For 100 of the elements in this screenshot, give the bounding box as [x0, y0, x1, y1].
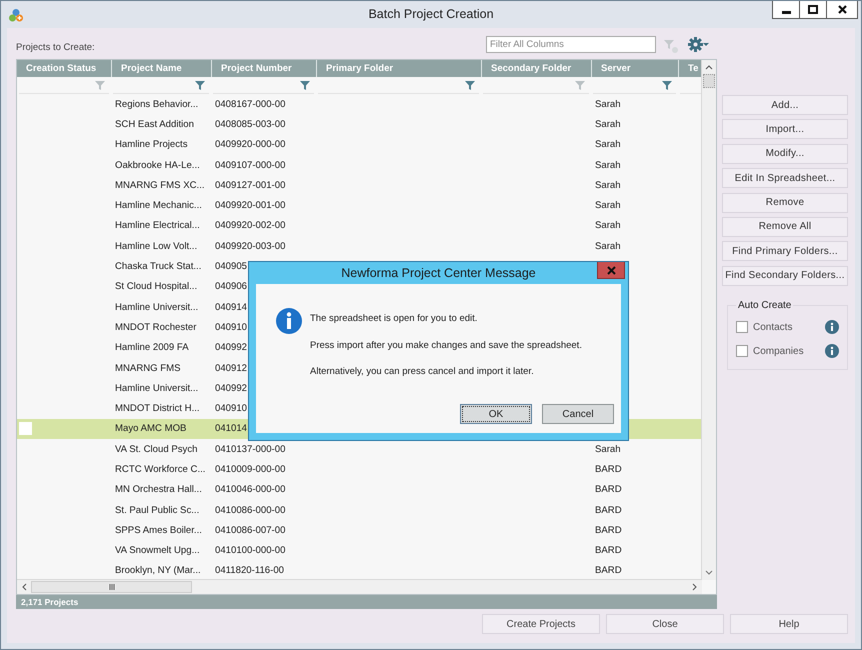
- chevron-right-icon[interactable]: [691, 582, 699, 592]
- table-cell-text: 0409920-001-00: [214, 200, 286, 212]
- section-label: Projects to Create:: [16, 42, 95, 53]
- filter-icon[interactable]: [662, 80, 672, 90]
- table-cell-text: 040905: [214, 261, 248, 272]
- grip-icon: [108, 583, 114, 591]
- table-cell-text: 040992: [214, 342, 248, 354]
- horizontal-scrollbar[interactable]: [17, 579, 702, 594]
- checkbox[interactable]: [736, 345, 748, 358]
- action-button[interactable]: Import...: [722, 119, 848, 140]
- table-cell-text: Oakbrooke HA-Le...: [114, 160, 200, 171]
- table-cell-text: Regions Behavior...: [114, 98, 198, 110]
- minimize-button[interactable]: [773, 1, 799, 18]
- table-cell-text: 0409127-001-00: [214, 180, 286, 191]
- scrollbar-thumb[interactable]: [703, 74, 715, 88]
- table-cell-text: Sarah: [594, 240, 621, 252]
- table-cell-text: SPPS Ames Boiler...: [114, 524, 202, 536]
- checkbox-label[interactable]: Companies: [753, 346, 825, 357]
- settings-icon[interactable]: [688, 37, 703, 52]
- table-cell-text: Hamline Low Volt...: [114, 240, 198, 252]
- table-cell-text: Hamline 2009 FA: [114, 342, 189, 354]
- footer-button[interactable]: Help: [730, 614, 848, 634]
- action-button[interactable]: Modify...: [722, 144, 848, 164]
- message-text: Alternatively, you can press cancel and import it later.: [310, 366, 535, 377]
- table-cell-text: Sarah: [594, 220, 621, 232]
- table-cell-text: VA Snowmelt Upg...: [114, 545, 200, 556]
- table-cell-text: 0410137-000-00: [214, 444, 286, 455]
- checkbox[interactable]: [736, 321, 748, 334]
- chevron-up-icon[interactable]: [704, 63, 714, 71]
- vertical-scrollbar[interactable]: [701, 60, 716, 580]
- filter-field[interactable]: Filter All Columns: [486, 36, 656, 53]
- table-cell-text: Sarah: [594, 444, 621, 455]
- filter-icon[interactable]: [465, 80, 475, 90]
- dialog-title: Newforma Project Center Message: [341, 266, 536, 280]
- message-text: Press import after you make changes and save the spreadsheet.: [310, 340, 582, 350]
- table-cell-text: Brooklyn, NY (Mar...: [114, 565, 201, 576]
- table-cell-text: 040910: [214, 322, 248, 333]
- maximize-button[interactable]: [799, 1, 826, 18]
- table-cell-text: Sarah: [594, 160, 621, 171]
- table-cell-text: 040906: [214, 281, 248, 292]
- table-cell-text: 0411820-116-00: [214, 565, 284, 576]
- table-cell-text: Hamline Electrical...: [114, 220, 200, 232]
- table-cell-text: Hamline Projects: [114, 139, 188, 150]
- table-cell-text: BARD: [594, 545, 622, 556]
- table-cell-text: 0409920-003-00: [214, 240, 286, 252]
- info-icon[interactable]: [825, 344, 839, 358]
- table-cell-text: SCH East Addition: [114, 118, 194, 130]
- action-button[interactable]: Remove All: [722, 216, 848, 237]
- message-text: The spreadsheet is open for you to edit.: [310, 313, 478, 324]
- action-button[interactable]: Edit In Spreadsheet...: [722, 168, 848, 188]
- table-cell-text: 040914: [214, 302, 248, 313]
- info-icon[interactable]: [825, 320, 839, 334]
- table-cell-text: Sarah: [594, 98, 621, 110]
- table-cell-text: Mayo AMC MOB: [114, 423, 186, 434]
- filter-icon[interactable]: [195, 80, 205, 90]
- table-cell-text: St. Paul Public Sc...: [114, 504, 200, 516]
- table-cell-text: 0410046-000-00: [214, 484, 286, 496]
- table-cell-text: Chaska Truck Stat...: [114, 261, 202, 272]
- checkbox-label[interactable]: Contacts: [753, 322, 825, 333]
- table-cell-text: MN Orchestra Hall...: [114, 484, 202, 496]
- table-cell-text: Hamline Mechanic...: [114, 200, 202, 212]
- table-cell-text: 0410086-007-00: [214, 524, 286, 536]
- chevron-left-icon[interactable]: [20, 582, 28, 592]
- close-icon: [606, 266, 616, 274]
- table-cell-text: BARD: [594, 565, 622, 576]
- dialog-button[interactable]: Cancel: [542, 404, 614, 424]
- dialog-button[interactable]: OK: [460, 404, 532, 424]
- table-cell-text: BARD: [594, 504, 622, 516]
- table-cell-text: 0410086-000-00: [214, 504, 286, 516]
- table-cell-text: Sarah: [594, 180, 621, 191]
- caret-icon[interactable]: [703, 43, 709, 46]
- table-cell-text: 0408167-000-00: [214, 98, 286, 110]
- table-cell-text: MNARNG FMS: [114, 362, 181, 374]
- filter-icon[interactable]: [300, 80, 310, 90]
- footer-button[interactable]: Close: [606, 614, 724, 634]
- table-cell-text: Sarah: [594, 139, 621, 150]
- action-button[interactable]: Find Primary Folders...: [722, 241, 848, 262]
- action-button[interactable]: Add...: [722, 95, 848, 115]
- table-cell-text: VA St. Cloud Psych: [114, 444, 198, 455]
- status-cell: [19, 422, 32, 436]
- close-icon: [838, 5, 846, 14]
- footer-button[interactable]: Create Projects: [482, 614, 600, 634]
- table-cell-text: MNDOT District H...: [114, 403, 200, 414]
- action-button[interactable]: Find Secondary Folders...: [722, 266, 848, 286]
- table-cell-text: MNARNG FMS XC...: [114, 180, 205, 191]
- table-cell-text: 040910: [214, 403, 248, 414]
- action-button[interactable]: Remove: [722, 192, 848, 213]
- info-icon: [276, 308, 302, 334]
- table-cell-text: Sarah: [594, 200, 621, 212]
- table-cell-text: 0410100-000-00: [214, 545, 286, 556]
- table-cell-text: 040992: [214, 382, 248, 394]
- scrollbar-thumb[interactable]: [31, 581, 192, 593]
- table-cell-text: RCTC Workforce C...: [114, 464, 206, 475]
- table-cell-text: BARD: [594, 464, 622, 475]
- table-cell-text: MNDOT Rochester: [114, 322, 196, 333]
- table-cell-text: St Cloud Hospital...: [114, 281, 198, 292]
- app-logo-icon: [8, 8, 24, 22]
- chevron-down-icon[interactable]: [704, 569, 714, 577]
- table-cell-text: 041014: [214, 423, 248, 434]
- close-button[interactable]: [826, 1, 857, 18]
